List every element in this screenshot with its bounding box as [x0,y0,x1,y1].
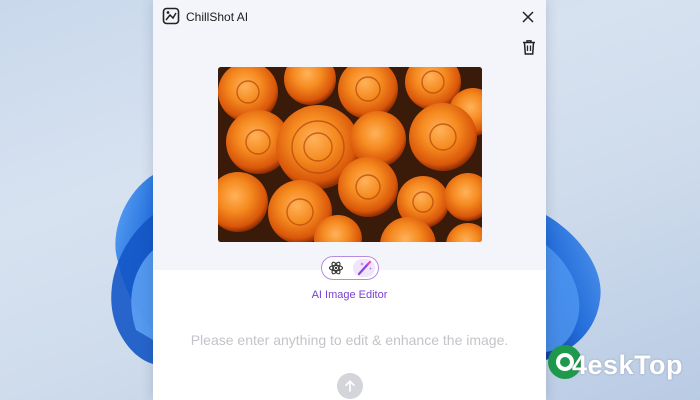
send-button[interactable] [337,373,363,399]
atom-icon[interactable] [325,259,347,277]
trash-icon[interactable] [520,38,538,56]
mode-toggle [321,256,379,280]
app-window: ChillShot AI AI Image Editor Please ente… [153,0,546,400]
roses-photo [218,67,482,242]
prompt-input[interactable] [173,328,526,352]
arrow-up-icon [345,380,355,392]
app-title: ChillShot AI [186,10,249,24]
watermark-text: 4eskTop [572,350,684,380]
chillshot-logo-icon [162,7,180,25]
ai-image-editor-label: AI Image Editor [311,289,388,301]
image-preview-area [153,34,546,270]
close-icon[interactable] [518,7,538,27]
title-bar: ChillShot AI [153,0,546,34]
magic-wand-icon[interactable] [353,259,375,277]
